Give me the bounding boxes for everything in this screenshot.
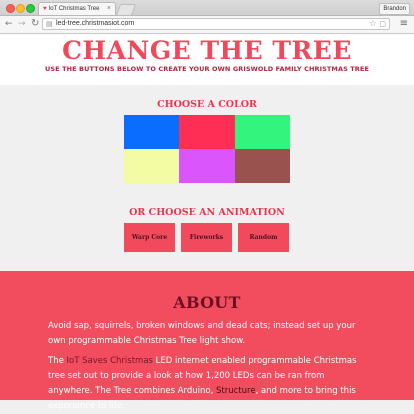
random-button[interactable]: Random bbox=[238, 223, 289, 252]
zoom-window-button[interactable] bbox=[26, 4, 35, 13]
back-arrow-icon[interactable]: ← bbox=[5, 19, 13, 29]
color-swatch-green[interactable] bbox=[234, 115, 290, 149]
address-bar[interactable]: ▤ led-tree.christmasiot.com ☆ ▢ bbox=[42, 18, 390, 30]
color-swatch-purple[interactable] bbox=[179, 149, 235, 183]
iot-saves-christmas-link[interactable]: IoT Saves Christmas bbox=[67, 356, 153, 366]
extension-icon[interactable]: ▢ bbox=[379, 20, 386, 28]
profile-button[interactable]: Brandon bbox=[379, 3, 410, 15]
animation-buttons: Warp Core Fireworks Random bbox=[124, 223, 290, 252]
browser-tab[interactable]: ♥ IoT Christmas Tree × bbox=[38, 2, 116, 15]
choose-color-heading: CHOOSE A COLOR bbox=[157, 99, 257, 110]
tab-close-icon[interactable]: × bbox=[107, 5, 111, 12]
browser-tab-bar: ♥ IoT Christmas Tree × Brandon bbox=[0, 0, 414, 16]
about-paragraph-1: Avoid sap, squirrels, broken windows and… bbox=[48, 321, 356, 346]
page-subtitle: USE THE BUTTONS BELOW TO CREATE YOUR OWN… bbox=[45, 65, 369, 73]
tab-title: IoT Christmas Tree bbox=[48, 6, 100, 12]
about-title: ABOUT bbox=[173, 293, 241, 312]
new-tab-button[interactable] bbox=[115, 4, 137, 16]
color-swatch-red[interactable] bbox=[179, 115, 235, 149]
fireworks-button[interactable]: Fireworks bbox=[181, 223, 232, 252]
minimize-window-button[interactable] bbox=[16, 4, 25, 13]
page-header: CHANGE THE TREE USE THE BUTTONS BELOW TO… bbox=[0, 34, 414, 85]
browser-toolbar: ← → ↻ ▤ led-tree.christmasiot.com ☆ ▢ ≡ bbox=[0, 16, 414, 34]
reload-icon[interactable]: ↻ bbox=[31, 19, 39, 29]
url-text[interactable]: led-tree.christmasiot.com bbox=[56, 20, 134, 27]
favicon-icon: ♥ bbox=[43, 6, 47, 12]
close-window-button[interactable] bbox=[6, 4, 15, 13]
forward-arrow-icon[interactable]: → bbox=[18, 19, 26, 29]
color-swatch-grid bbox=[124, 115, 290, 183]
color-swatch-brown[interactable] bbox=[234, 149, 290, 183]
about-text: The bbox=[48, 356, 67, 366]
color-swatch-blue[interactable] bbox=[124, 115, 180, 149]
page-info-icon[interactable]: ▤ bbox=[46, 20, 53, 28]
page-title: CHANGE THE TREE bbox=[62, 36, 352, 65]
about-section: ABOUT Avoid sap, squirrels, broken windo… bbox=[0, 271, 414, 411]
bookmark-star-icon[interactable]: ☆ bbox=[369, 19, 377, 29]
hamburger-menu-icon[interactable]: ≡ bbox=[400, 19, 408, 29]
about-paragraph-2: The IoT Saves Christmas LED internet ena… bbox=[48, 354, 368, 414]
choose-animation-heading: OR CHOOSE AN ANIMATION bbox=[129, 207, 285, 218]
color-swatch-yellow[interactable] bbox=[124, 149, 180, 183]
warp-core-button[interactable]: Warp Core bbox=[124, 223, 175, 252]
structure-link[interactable]: Structure bbox=[216, 386, 256, 396]
